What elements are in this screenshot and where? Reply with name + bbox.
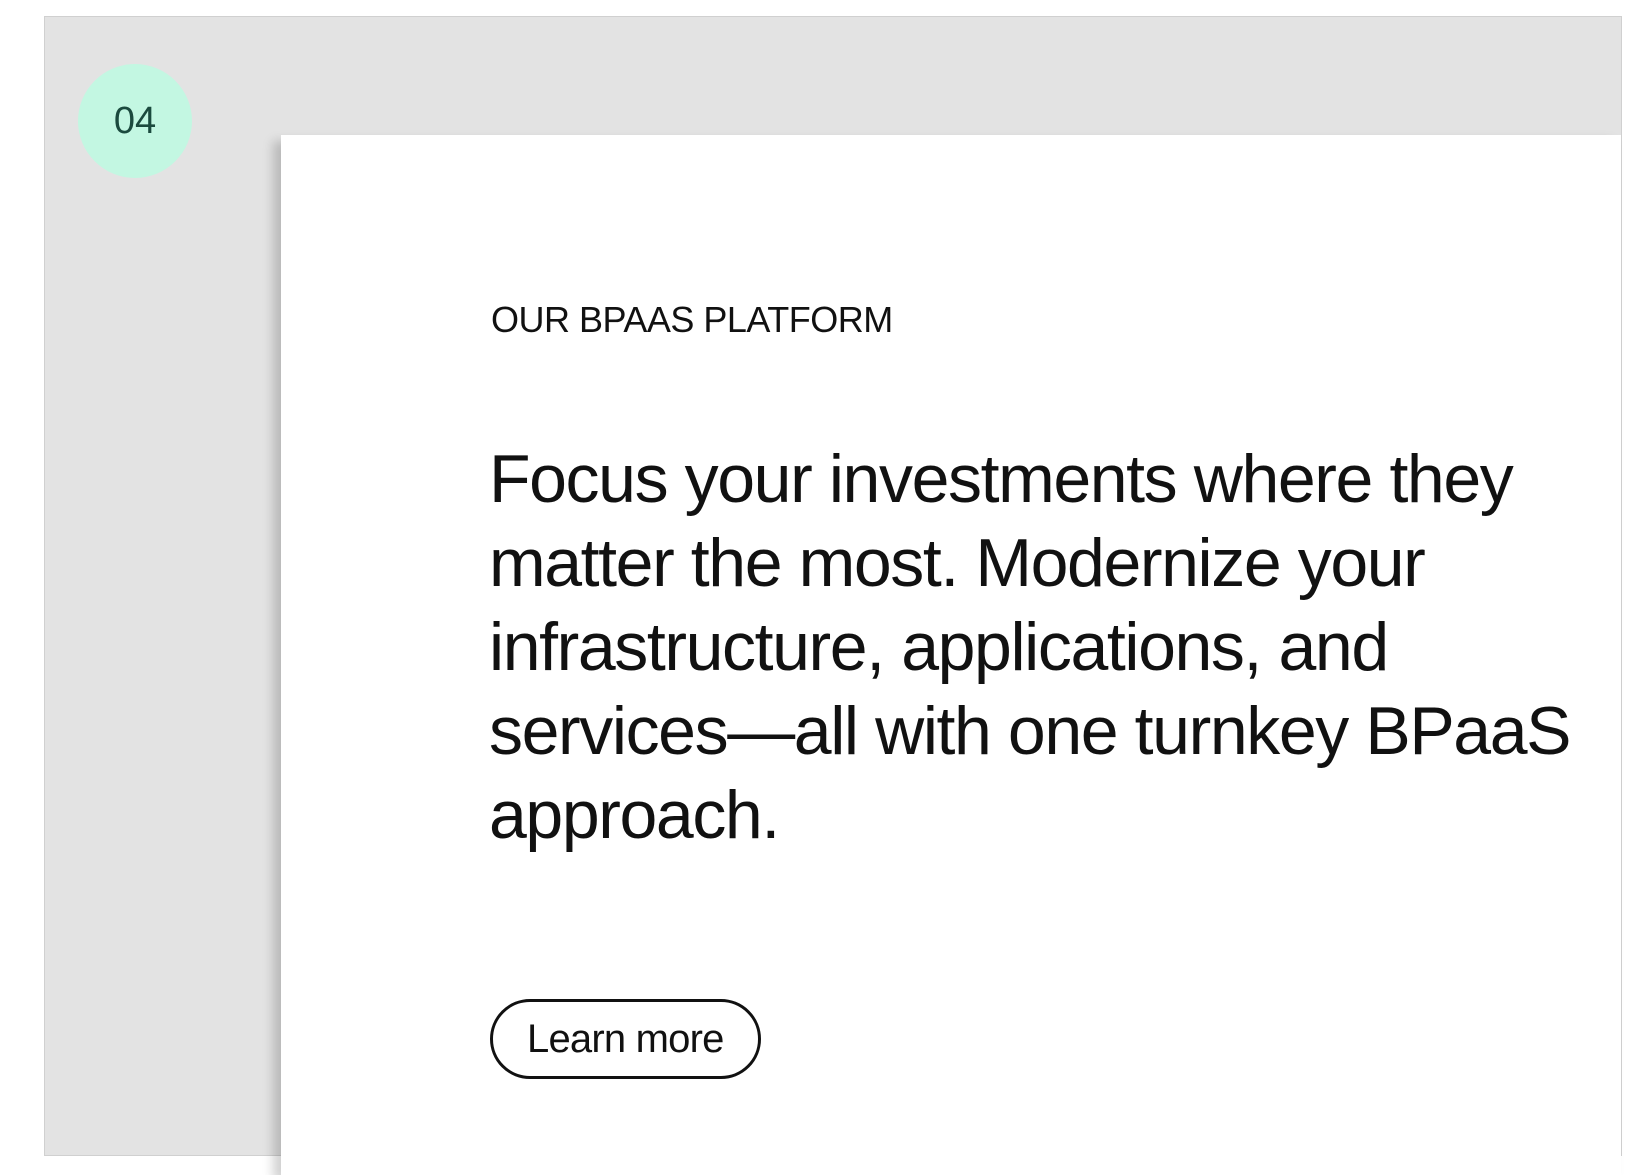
section-eyebrow: OUR BPAAS PLATFORM xyxy=(491,299,893,340)
content-card: OUR BPAAS PLATFORM Focus your investment… xyxy=(281,135,1621,1175)
learn-more-button[interactable]: Learn more xyxy=(490,999,761,1079)
step-number: 04 xyxy=(113,99,157,142)
section-headline: Focus your investments where they matter… xyxy=(489,441,1571,853)
step-badge: 04 xyxy=(78,64,192,178)
